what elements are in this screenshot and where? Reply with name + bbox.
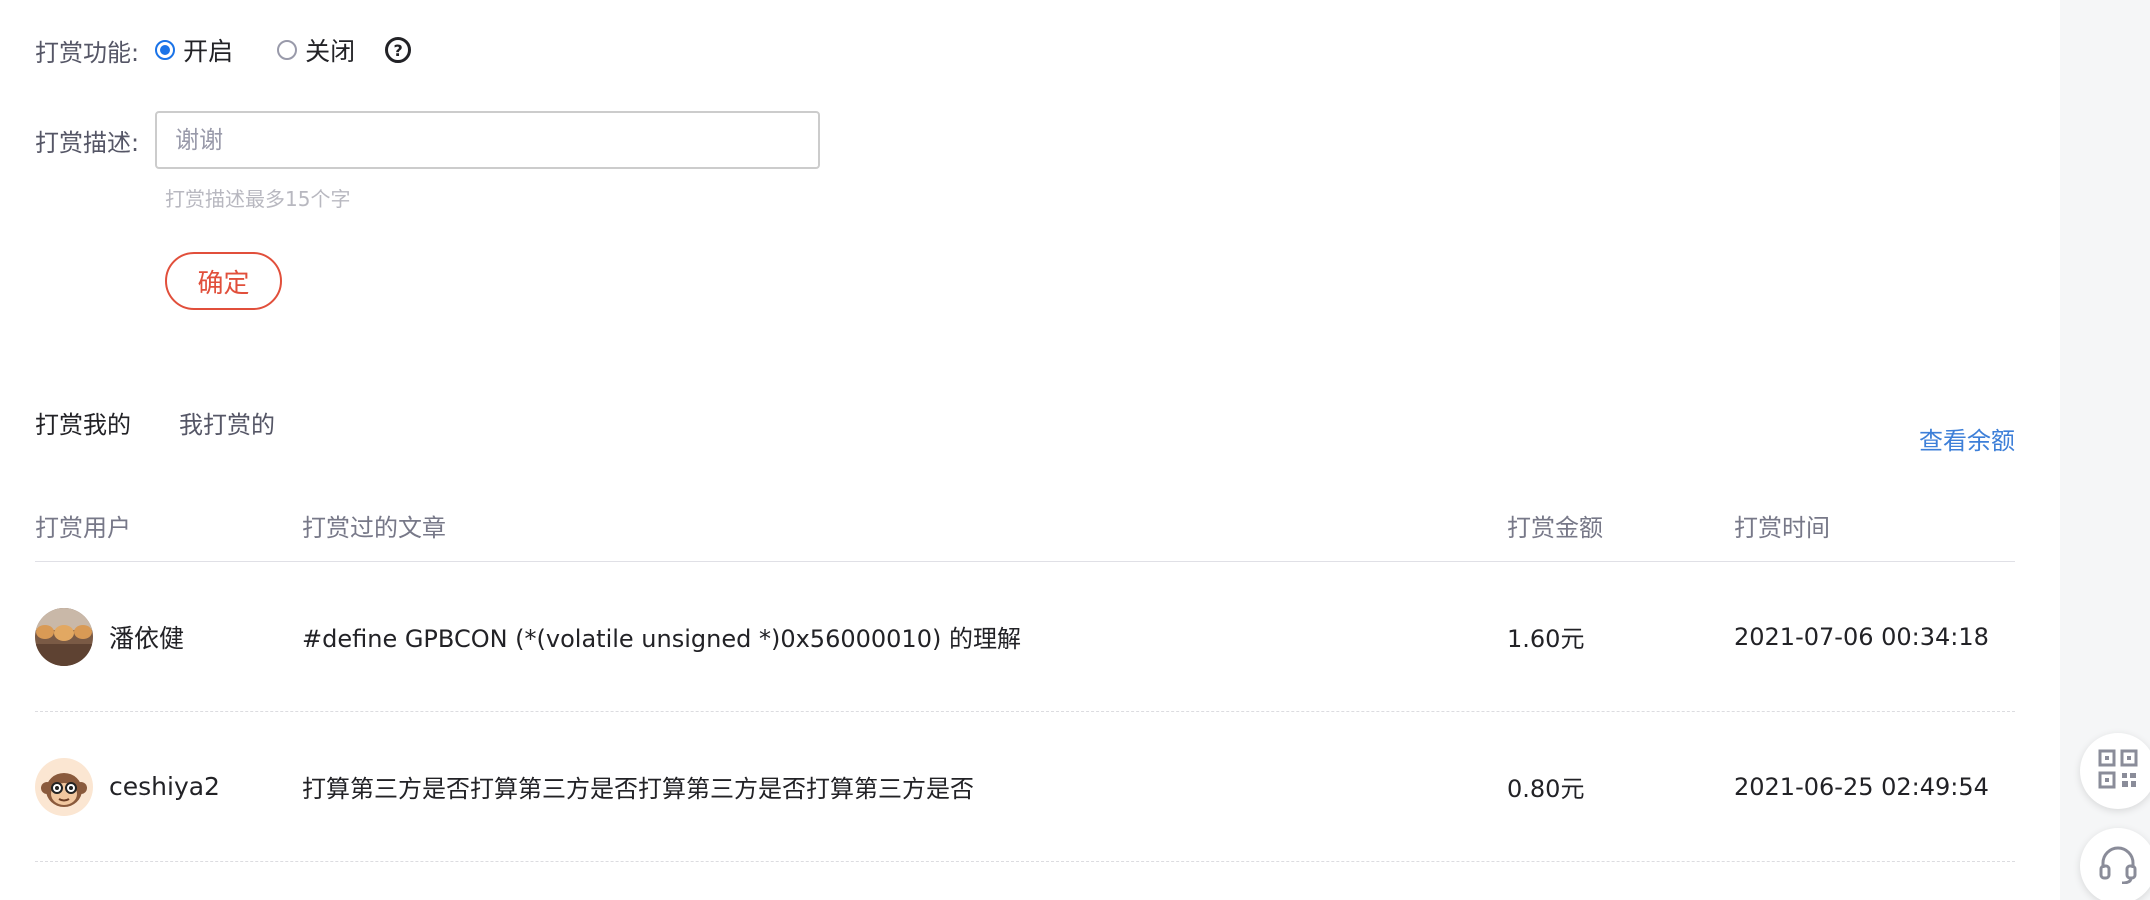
reward-amount: 1.60元 <box>1507 625 1585 653</box>
reward-desc-label: 打赏描述: <box>35 128 140 157</box>
header-user: 打赏用户 <box>35 514 131 542</box>
user-name[interactable]: 潘依健 <box>109 619 184 655</box>
reward-time: 2021-06-25 02:49:54 <box>1734 772 1989 801</box>
table-row: 潘依健 #define GPBCON (*(volatile unsigned … <box>35 562 2015 712</box>
table-header: 打赏用户 打赏过的文章 打赏金额 打赏时间 <box>35 490 2015 562</box>
tab-rewarded-me[interactable]: 打赏我的 <box>35 405 131 440</box>
reward-function-row: 打赏功能: 开启 关闭 ? <box>35 32 412 68</box>
radio-on[interactable]: 开启 <box>155 32 233 68</box>
article-link[interactable]: #define GPBCON (*(volatile unsigned *)0x… <box>302 619 1507 654</box>
reward-function-label: 打赏功能: <box>35 38 140 67</box>
radio-off-circle[interactable] <box>277 40 298 60</box>
user-name[interactable]: ceshiya2 <box>109 772 220 801</box>
reward-time: 2021-07-06 00:34:18 <box>1734 622 1989 651</box>
view-balance-link[interactable]: 查看余额 <box>1919 421 2015 456</box>
qrcode-button[interactable] <box>2080 733 2150 809</box>
radio-off[interactable]: 关闭 <box>277 32 355 68</box>
header-article: 打赏过的文章 <box>302 514 446 542</box>
radio-on-circle[interactable] <box>155 40 176 60</box>
header-amount: 打赏金额 <box>1507 514 1603 542</box>
table-row: ceshiya2 打算第三方是否打算第三方是否打算第三方是否打算第三方是否 0.… <box>35 712 2015 862</box>
reward-table: 打赏用户 打赏过的文章 打赏金额 打赏时间 潘依健 #define GPBCON… <box>35 490 2015 862</box>
reward-function-radios: 开启 关闭 ? <box>155 32 412 68</box>
radio-on-label: 开启 <box>183 37 234 66</box>
help-circle-icon[interactable]: ? <box>385 37 412 63</box>
main-panel: 打赏功能: 开启 关闭 ? 打赏描述: 打赏描述最多15个字 确定 打赏我的 我… <box>0 0 2060 900</box>
qrcode-icon <box>2098 749 2138 793</box>
avatar[interactable] <box>35 607 93 666</box>
reward-desc-hint: 打赏描述最多15个字 <box>165 187 351 211</box>
row-user-cell: ceshiya2 <box>35 757 302 816</box>
reward-desc-input[interactable] <box>155 111 821 169</box>
row-user-cell: 潘依健 <box>35 607 302 666</box>
reward-desc-row: 打赏描述: <box>35 111 821 169</box>
header-time: 打赏时间 <box>1734 514 1830 542</box>
headset-icon <box>2098 844 2138 888</box>
support-button[interactable] <box>2080 828 2150 900</box>
tab-i-rewarded[interactable]: 我打赏的 <box>179 405 275 440</box>
avatar[interactable] <box>35 757 93 816</box>
radio-off-label: 关闭 <box>305 37 356 66</box>
article-link[interactable]: 打算第三方是否打算第三方是否打算第三方是否打算第三方是否 <box>302 769 1507 804</box>
reward-amount: 0.80元 <box>1507 775 1585 803</box>
reward-tabs: 打赏我的 我打赏的 <box>35 405 323 440</box>
confirm-button[interactable]: 确定 <box>165 252 282 310</box>
